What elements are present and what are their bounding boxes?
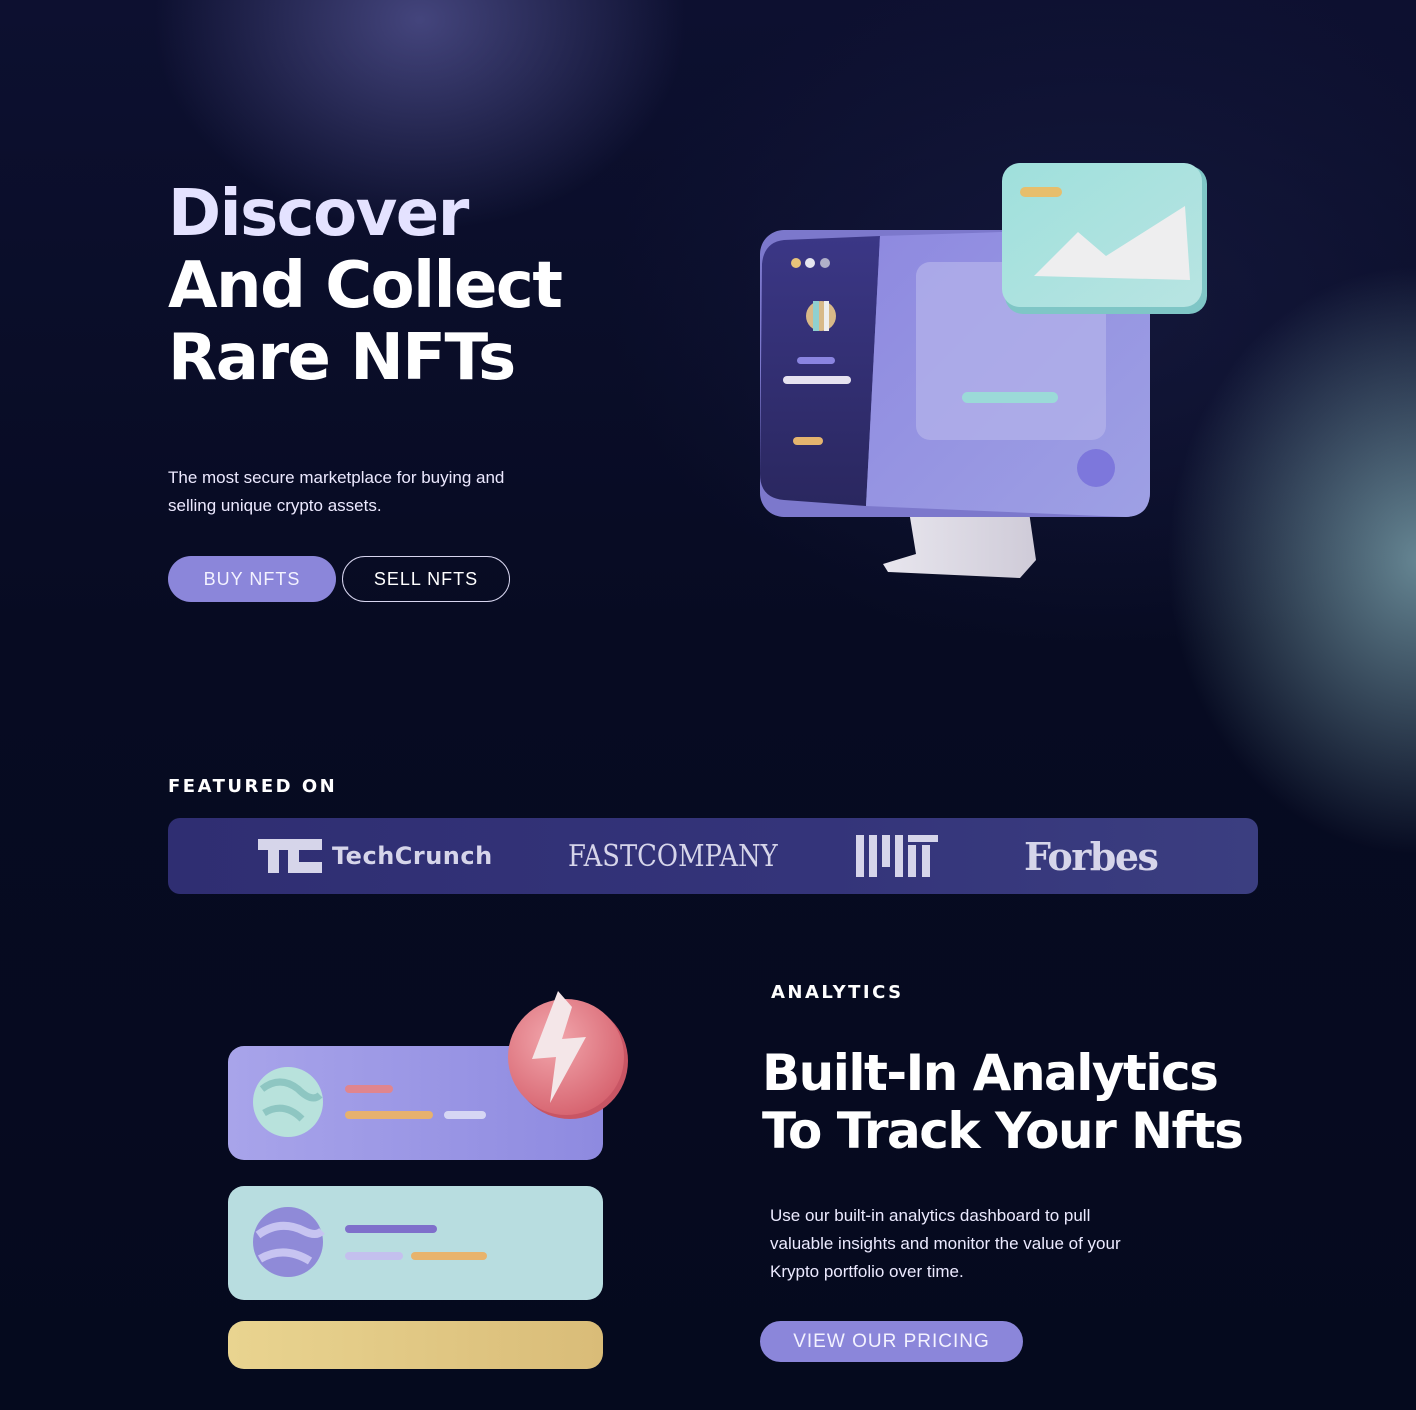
forbes-logo: Forbes: [1024, 833, 1159, 879]
mit-logo: [856, 818, 938, 894]
techcrunch-logo: TechCrunch: [258, 818, 493, 894]
analytics-description: Use our built-in analytics dashboard to …: [770, 1206, 1121, 1281]
analytics-title-line-1: Built-In Analytics: [762, 1044, 1219, 1102]
analytics-label: ANALYTICS: [771, 982, 904, 1003]
hero-title-line-1: Discover: [168, 177, 469, 251]
analytics-card-3: [228, 1321, 603, 1369]
analytics-title-line-2: To Track Your Nfts: [762, 1102, 1244, 1160]
featured-on-label: FEATURED ON: [168, 776, 338, 797]
techcrunch-mark-icon: [258, 839, 322, 873]
hero-title-line-2: And Collect: [168, 249, 563, 323]
hero-title-line-3: Rare NFTs: [168, 321, 516, 395]
monitor-icon: [760, 163, 1207, 578]
hero-subtitle: The most secure marketplace for buying a…: [168, 468, 505, 515]
mit-mark-icon: [856, 835, 938, 877]
hero-title: Discover And Collect Rare NFTs: [168, 178, 688, 394]
sell-nfts-button[interactable]: SELL NFTS: [342, 556, 510, 602]
analytics-illustration: [228, 991, 628, 1369]
techcrunch-wordmark: TechCrunch: [332, 842, 493, 870]
featured-logos-bar: TechCrunch FASTCOMPANY Forbes: [168, 818, 1258, 894]
analytics-title: Built-In Analytics To Track Your Nfts: [762, 1044, 1282, 1160]
buy-nfts-button[interactable]: BUY NFTS: [168, 556, 336, 602]
fastcompany-logo: FASTCOMPANY: [568, 838, 778, 874]
view-pricing-button[interactable]: VIEW OUR PRICING: [760, 1321, 1023, 1362]
